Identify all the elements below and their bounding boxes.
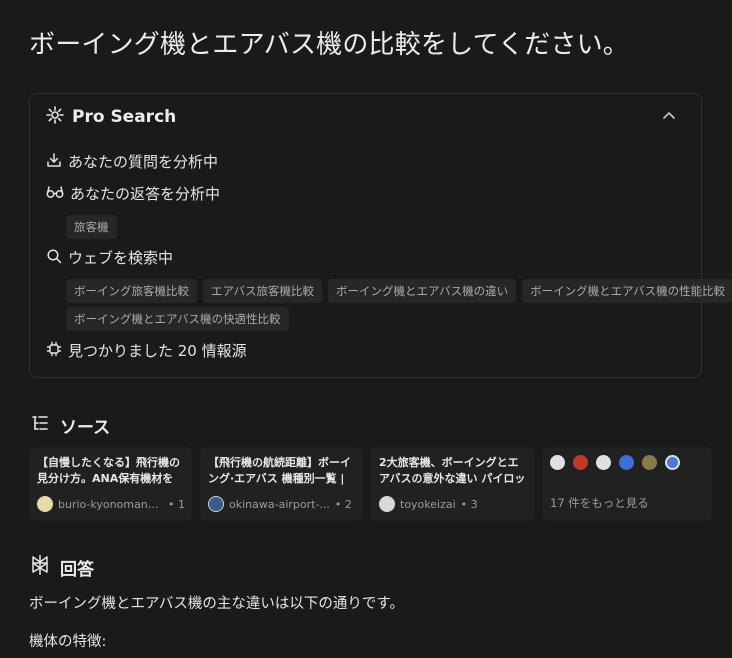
site-favicon-icon xyxy=(596,455,611,470)
more-sources-card[interactable]: 17 件をもっと見る xyxy=(542,447,712,521)
list-tree-icon xyxy=(30,413,50,438)
analysis-chips: 旅客機 xyxy=(66,215,117,239)
source-meta: okinawa-airport-... • 2 xyxy=(208,496,356,512)
source-card[interactable]: 【飛行機の航続距離】ボーイング·エアバス 機種別一覧 | マ… okinawa-… xyxy=(200,447,363,521)
search-icon xyxy=(46,248,62,268)
page-title: ボーイング機とエアバス機の比較をしてください。 xyxy=(29,30,630,60)
answer-intro: ボーイング機とエアバス機の主な違いは以下の通りです。 xyxy=(29,596,404,612)
site-favicon-icon xyxy=(642,455,657,470)
chevron-up-icon[interactable] xyxy=(661,108,677,124)
pro-search-title: Pro Search xyxy=(72,107,177,127)
sources-title: ソース xyxy=(60,418,111,438)
search-chips-row-2: ボーイング機とエアバス機の快適性比較 xyxy=(66,307,289,331)
source-title: 【飛行機の航続距離】ボーイング·エアバス 機種別一覧 | マ… xyxy=(208,456,351,485)
step-sources-found: 見つかりました 20 情報源 xyxy=(46,340,247,361)
search-chips-row-1: ボーイング旅客機比較 エアバス旅客機比較 ボーイング機とエアバス機の違い ボーイ… xyxy=(66,279,732,303)
step-search-web: ウェブを検索中 xyxy=(46,247,173,268)
source-meta: toyokeizai • 3 xyxy=(379,496,527,512)
source-site: burio-kyonomana... xyxy=(58,497,164,511)
source-index: • 2 xyxy=(334,497,352,511)
site-favicon-icon xyxy=(550,455,565,470)
more-favicons xyxy=(550,455,704,470)
source-card[interactable]: 2大旅客機、ボーイングとエアバスの意外な違い パイロット視… toyokeiza… xyxy=(371,447,534,521)
site-favicon-icon xyxy=(208,496,224,512)
source-title: 【自慢したくなる】飛行機の見分け方。ANA保有機材をご… xyxy=(37,456,180,485)
query-chip[interactable]: ボーイング旅客機比較 xyxy=(66,279,197,303)
sparkle-icon xyxy=(46,106,64,128)
answer-title: 回答 xyxy=(60,560,94,580)
more-sources-label: 17 件をもっと見る xyxy=(550,496,649,510)
pro-search-header[interactable]: Pro Search xyxy=(46,106,176,128)
site-favicon-icon xyxy=(665,455,680,470)
step-label: あなたの質問を分析中 xyxy=(68,153,219,171)
query-chip[interactable]: ボーイング機とエアバス機の性能比較 xyxy=(522,279,732,303)
query-chip[interactable]: 旅客機 xyxy=(66,215,117,239)
step-label: ウェブを検索中 xyxy=(68,249,174,267)
download-icon xyxy=(46,152,62,172)
source-index: • 1 xyxy=(168,497,185,511)
sources-heading: ソース xyxy=(30,413,110,438)
source-title: 2大旅客機、ボーイングとエアバスの意外な違い パイロット視… xyxy=(379,456,526,485)
airplane-favicon-icon xyxy=(619,455,634,470)
site-favicon-icon xyxy=(379,496,395,512)
answer-subheading: 機体の特徴: xyxy=(29,634,107,650)
source-index: • 3 xyxy=(460,497,478,511)
query-chip[interactable]: ボーイング機とエアバス機の快適性比較 xyxy=(66,307,289,331)
answer-heading: 回答 xyxy=(30,554,94,581)
step-label: あなたの返答を分析中 xyxy=(70,185,221,203)
source-card[interactable]: 【自慢したくなる】飛行機の見分け方。ANA保有機材をご… burio-kyono… xyxy=(29,447,192,521)
pro-search-panel: Pro Search あなたの質問を分析中 あなたの返答を分析中 旅客機 ウェブ… xyxy=(29,93,732,378)
source-meta: burio-kyonomana... • 1 xyxy=(37,496,185,512)
perplexity-logo-icon xyxy=(30,554,50,581)
query-chip[interactable]: ボーイング機とエアバス機の違い xyxy=(328,279,517,303)
sources-list: 【自慢したくなる】飛行機の見分け方。ANA保有機材をご… burio-kyono… xyxy=(29,447,712,521)
site-favicon-icon xyxy=(573,455,588,470)
chip-icon xyxy=(46,341,62,361)
query-chip[interactable]: エアバス旅客機比較 xyxy=(203,279,323,303)
step-label: 見つかりました 20 情報源 xyxy=(68,342,247,360)
glasses-icon xyxy=(46,184,64,204)
source-site: toyokeizai xyxy=(400,497,456,511)
source-site: okinawa-airport-... xyxy=(229,497,330,511)
step-analyze-question: あなたの質問を分析中 xyxy=(46,151,218,172)
site-favicon-icon xyxy=(37,496,53,512)
step-analyze-answer: あなたの返答を分析中 xyxy=(46,183,220,204)
